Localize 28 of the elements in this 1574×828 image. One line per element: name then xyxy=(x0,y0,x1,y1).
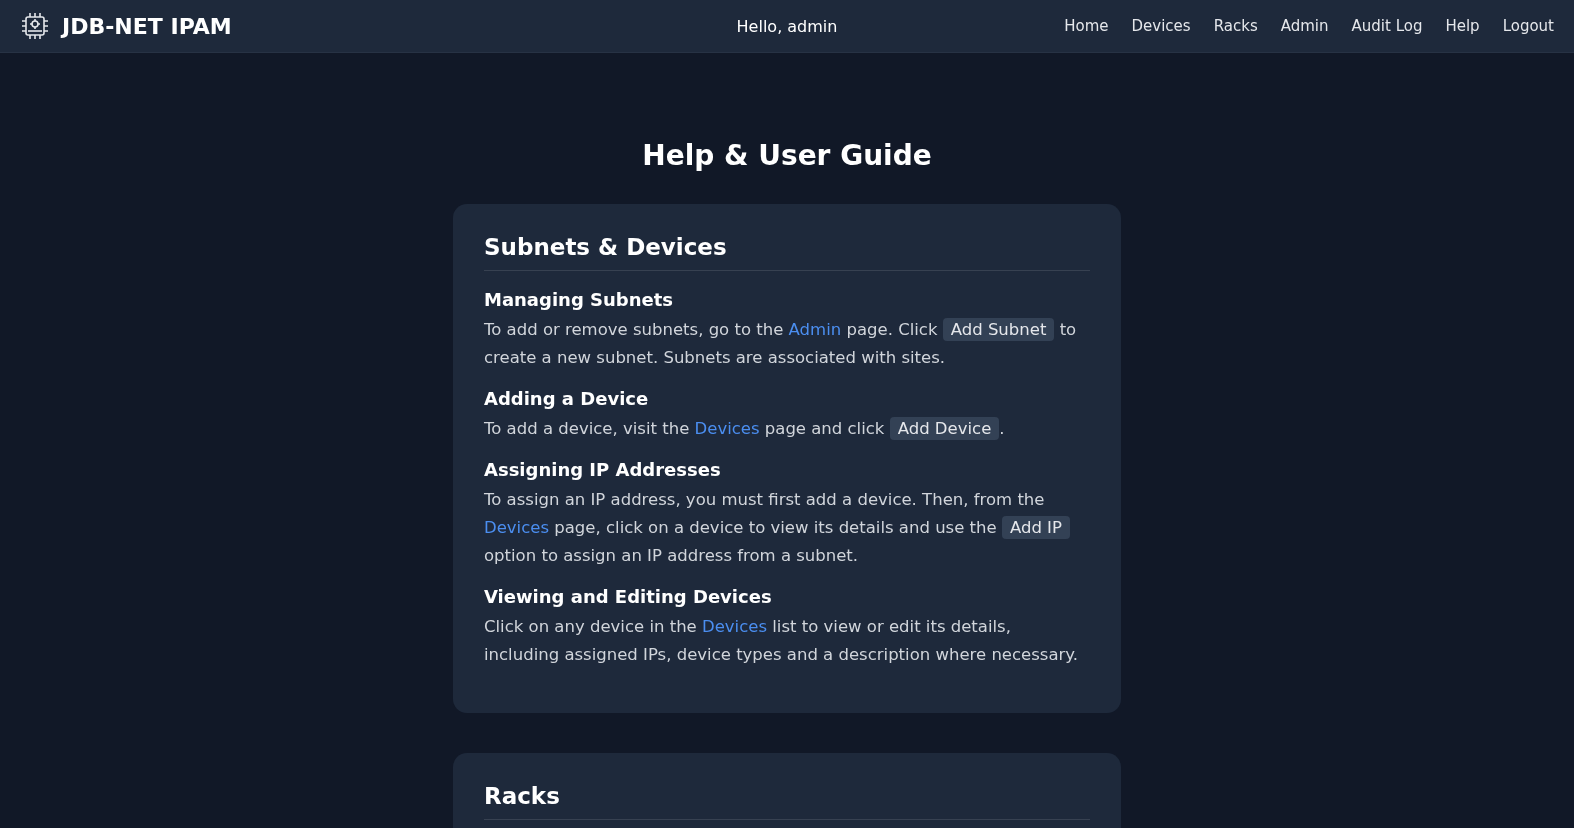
topic-paragraph: Click on any device in the Devices list to view or edit its details, including assigned IPs, device types and a description where necessary. xyxy=(484,616,1079,666)
page-title: Help & User Guide xyxy=(642,139,932,172)
nav-link[interactable]: Admin xyxy=(1280,17,1329,35)
section-title: Subnets & Devices xyxy=(484,234,1090,271)
code-label: Add Device xyxy=(889,417,1000,440)
topic-heading: Assigning IP Addresses xyxy=(484,459,722,480)
chip-gear-icon xyxy=(20,11,50,41)
topic-heading: Adding a Device xyxy=(484,388,650,409)
inline-link[interactable]: Devices xyxy=(484,518,550,537)
code-label: Add Subnet xyxy=(942,318,1055,341)
nav-link[interactable]: Logout xyxy=(1502,17,1554,35)
topic-paragraph: To assign an IP address, you must first add a device. Then, from the Devices page, click on a device to view its details and use the Add IP option to assign an IP address from a subnet. xyxy=(484,486,1090,570)
greeting-text: Hello, admin xyxy=(736,16,838,36)
inline-link[interactable]: Admin xyxy=(788,320,842,339)
nav-link[interactable]: Help xyxy=(1445,17,1480,35)
section-title: Racks xyxy=(484,783,1090,820)
topic-heading: Viewing and Editing Devices xyxy=(484,586,773,607)
app-title: JDB-NET IPAM xyxy=(62,13,232,39)
topic-paragraph: To add or remove subnets, go to the Admin page. Click Add Subnet to create a new subnet. Subnets are associated with sites. xyxy=(484,317,1078,369)
topic-heading: Managing Subnets xyxy=(484,289,675,310)
inline-link[interactable]: Devices xyxy=(702,617,768,636)
nav-link[interactable]: Racks xyxy=(1213,17,1258,35)
nav-link[interactable]: Home xyxy=(1064,17,1109,35)
code-label: Add IP xyxy=(1001,516,1070,539)
nav-link[interactable]: Devices xyxy=(1131,17,1191,35)
topic-paragraph: To add a device, visit the Devices page and click Add Device . xyxy=(484,416,1006,442)
inline-link[interactable]: Devices xyxy=(694,419,760,438)
nav-link[interactable]: Audit Log xyxy=(1351,17,1423,35)
